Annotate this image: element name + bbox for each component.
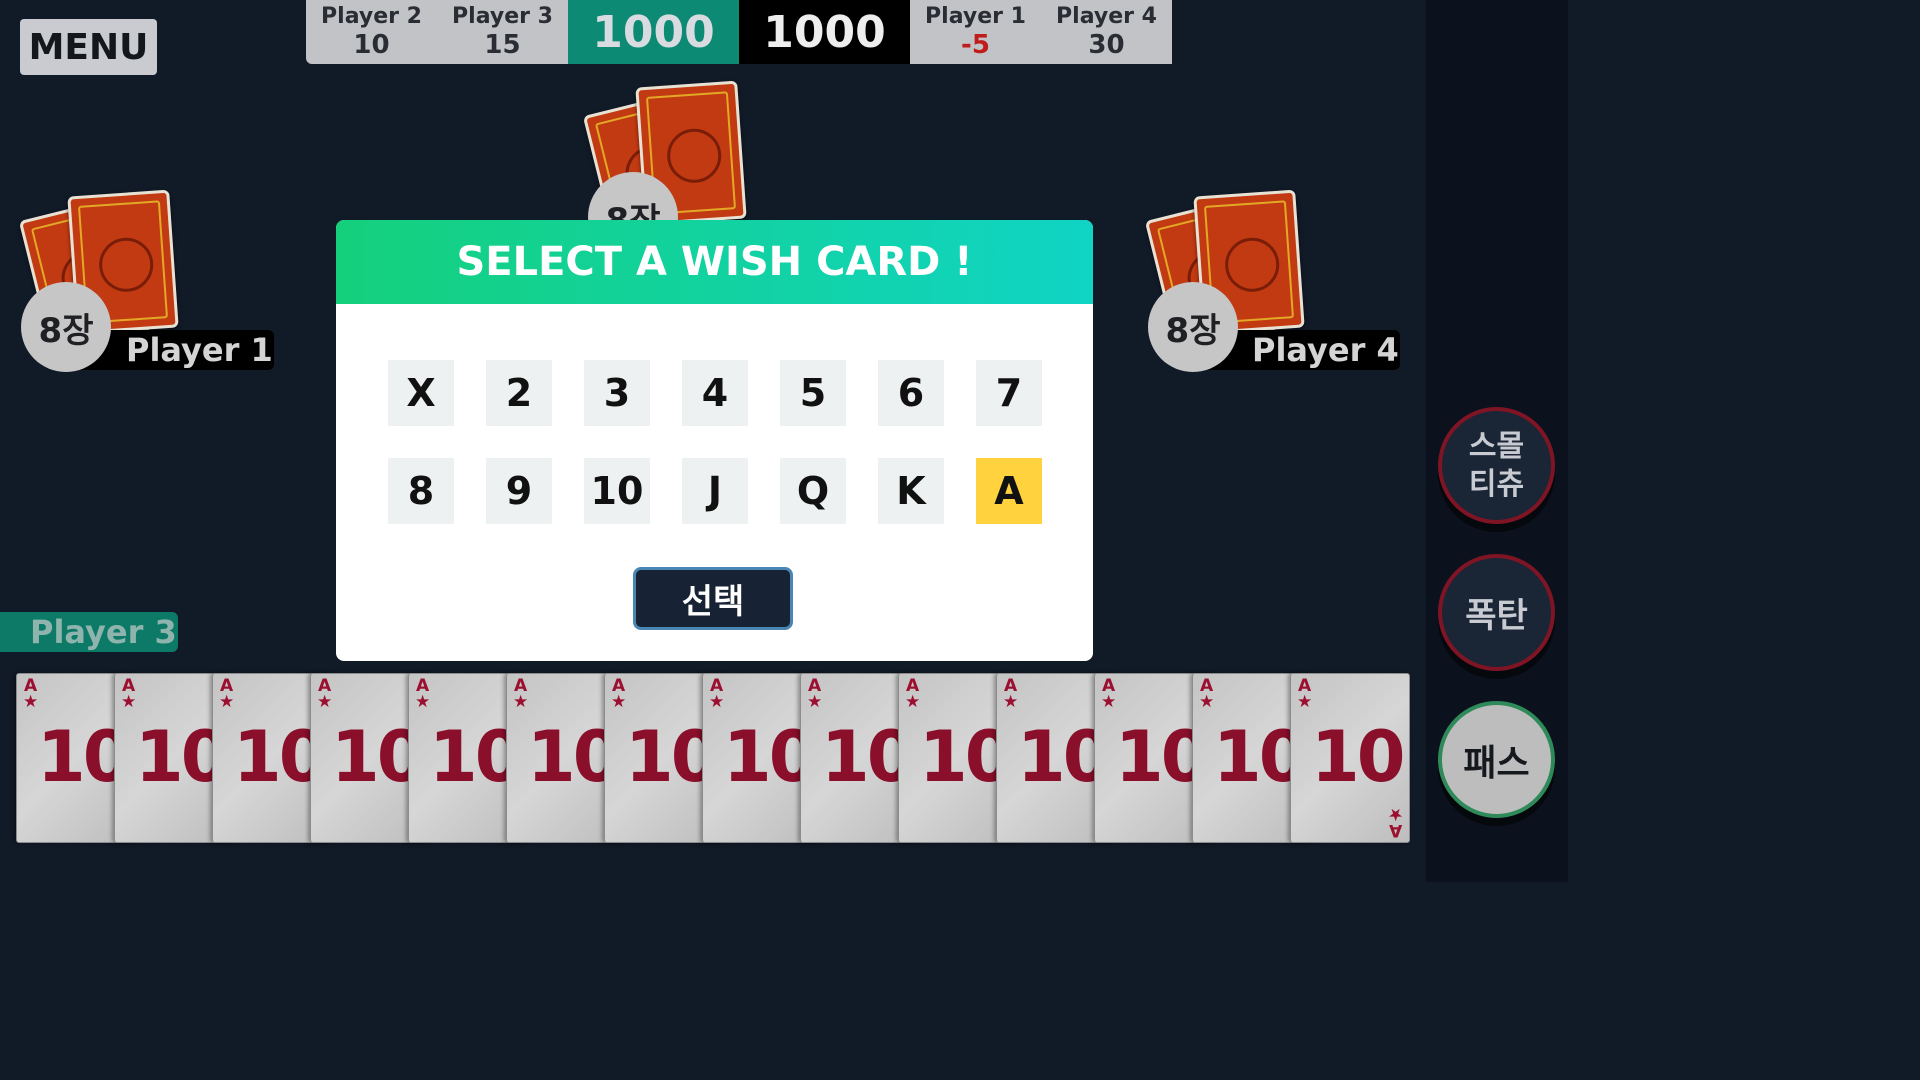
scoreboard-left-group: Player 2 10 Player 3 15 — [306, 0, 568, 64]
right-opponent-card-count: 8장 — [1148, 282, 1238, 372]
wish-option-x[interactable]: X — [388, 360, 454, 426]
star-icon: ★ — [611, 692, 627, 712]
card-corner-index: A ★ — [219, 678, 235, 712]
wish-option-q[interactable]: Q — [780, 458, 846, 524]
scoreboard-right-group: Player 1 -5 Player 4 30 — [910, 0, 1172, 64]
star-icon: ★ — [23, 692, 39, 712]
star-icon: ★ — [219, 692, 235, 712]
score-player-3: Player 3 15 — [437, 0, 568, 64]
team-score-black: 1000 — [739, 0, 910, 64]
wish-card-grid: X 2 3 4 5 6 7 8 9 10 J Q K A — [388, 360, 1043, 524]
wish-option-7[interactable]: 7 — [976, 360, 1042, 426]
star-icon: ★ — [905, 692, 921, 712]
score-player-2: Player 2 10 — [306, 0, 437, 64]
score-player-name: Player 1 — [925, 4, 1026, 29]
star-icon: ★ — [513, 692, 529, 712]
wish-option-a[interactable]: A — [976, 458, 1042, 524]
card-corner-index-bottom: A ★ — [1387, 804, 1403, 840]
star-icon: ★ — [709, 692, 725, 712]
card-corner-index: A ★ — [905, 678, 921, 712]
small-tichu-button[interactable]: 스몰 티츄 — [1438, 407, 1555, 524]
self-player-name: Player 3 — [0, 612, 178, 652]
scoreboard: Player 2 10 Player 3 15 1000 1000 Player… — [306, 0, 1188, 64]
star-icon: ★ — [1101, 692, 1117, 712]
hand-card[interactable]: A ★ 10 A ★ — [1290, 673, 1410, 843]
pass-button[interactable]: 패스 — [1438, 701, 1555, 818]
score-player-value: -5 — [961, 30, 990, 60]
star-icon: ★ — [121, 692, 137, 712]
card-corner-index: A ★ — [121, 678, 137, 712]
wish-option-5[interactable]: 5 — [780, 360, 846, 426]
star-icon: ★ — [807, 692, 823, 712]
wish-option-3[interactable]: 3 — [584, 360, 650, 426]
wish-option-10[interactable]: 10 — [584, 458, 650, 524]
menu-button[interactable]: MENU — [20, 19, 157, 75]
card-corner-index: A ★ — [1297, 678, 1313, 712]
card-corner-index: A ★ — [23, 678, 39, 712]
star-icon: ★ — [415, 692, 431, 712]
dialog-title: SELECT A WISH CARD ! — [336, 220, 1093, 304]
card-rank: 10 — [1311, 716, 1405, 798]
star-icon: ★ — [317, 692, 333, 712]
left-opponent-card-count: 8장 — [21, 282, 111, 372]
card-corner-index: A ★ — [415, 678, 431, 712]
card-corner-index: A ★ — [611, 678, 627, 712]
score-player-value: 10 — [353, 30, 390, 60]
wish-option-2[interactable]: 2 — [486, 360, 552, 426]
bomb-button[interactable]: 폭탄 — [1438, 554, 1555, 671]
card-corner-index: A ★ — [1003, 678, 1019, 712]
card-corner-rank: A — [1388, 820, 1402, 840]
score-player-value: 30 — [1088, 30, 1125, 60]
card-corner-index: A ★ — [317, 678, 333, 712]
star-icon: ★ — [1199, 692, 1215, 712]
card-corner-index: A ★ — [1199, 678, 1215, 712]
select-button[interactable]: 선택 — [633, 567, 793, 630]
star-icon: ★ — [1387, 804, 1403, 824]
star-icon: ★ — [1297, 692, 1313, 712]
score-player-value: 15 — [484, 30, 521, 60]
card-corner-index: A ★ — [807, 678, 823, 712]
score-player-name: Player 3 — [452, 4, 553, 29]
score-player-name: Player 4 — [1056, 4, 1157, 29]
score-player-name: Player 2 — [321, 4, 422, 29]
card-corner-index: A ★ — [1101, 678, 1117, 712]
star-icon: ★ — [1003, 692, 1019, 712]
score-player-1: Player 1 -5 — [910, 0, 1041, 64]
wish-card-dialog: SELECT A WISH CARD ! X 2 3 4 5 6 7 8 9 10 J Q K A 선택 — [336, 220, 1093, 661]
wish-option-8[interactable]: 8 — [388, 458, 454, 524]
wish-option-9[interactable]: 9 — [486, 458, 552, 524]
card-corner-index: A ★ — [513, 678, 529, 712]
team-score-green: 1000 — [568, 0, 739, 64]
wish-option-4[interactable]: 4 — [682, 360, 748, 426]
score-player-4: Player 4 30 — [1041, 0, 1172, 64]
wish-option-k[interactable]: K — [878, 458, 944, 524]
wish-option-j[interactable]: J — [682, 458, 748, 524]
wish-option-6[interactable]: 6 — [878, 360, 944, 426]
card-corner-index: A ★ — [709, 678, 725, 712]
